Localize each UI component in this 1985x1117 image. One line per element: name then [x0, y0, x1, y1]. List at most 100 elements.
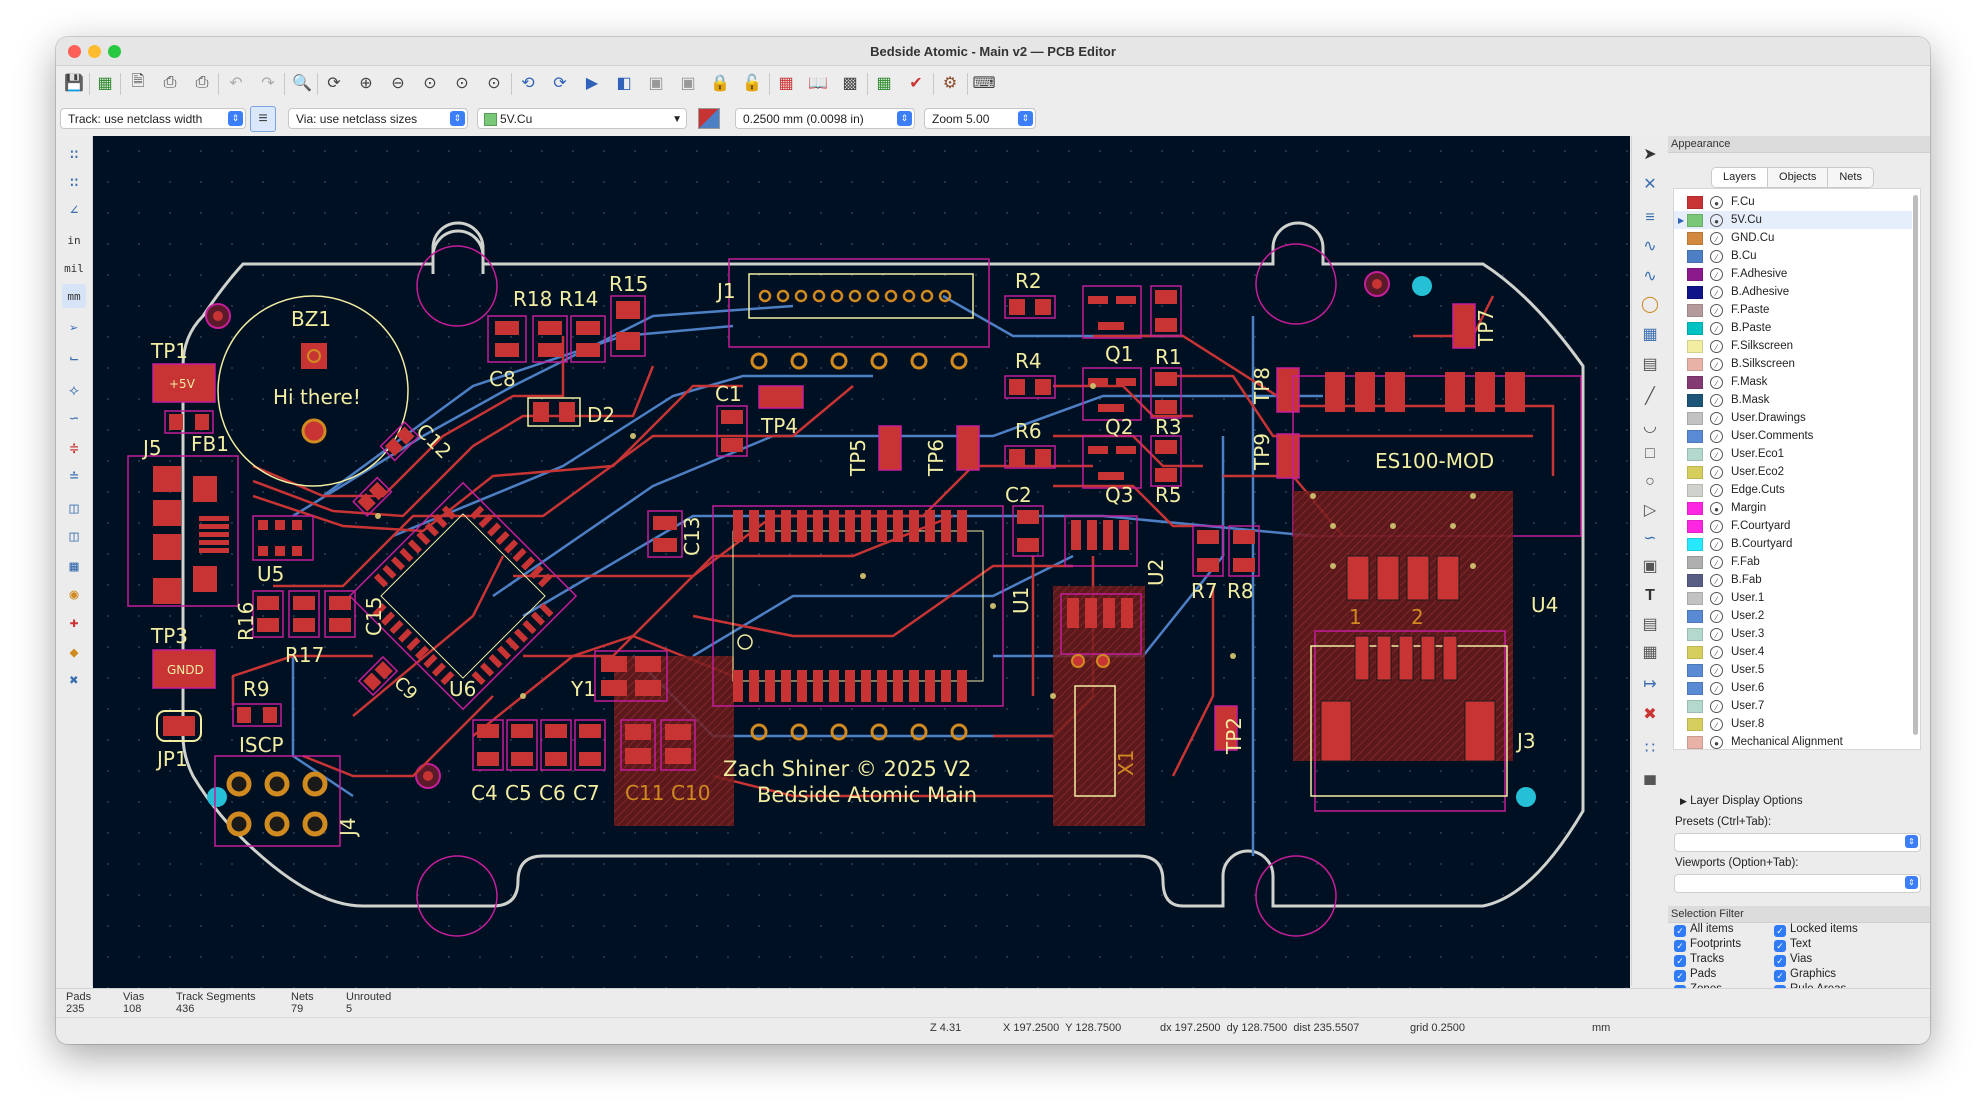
- grid-toggle-icon[interactable]: ∷: [62, 142, 86, 166]
- layer-row[interactable]: ∕ User.4: [1674, 643, 1912, 661]
- layer-color-swatch[interactable]: [1687, 267, 1703, 281]
- layer-row[interactable]: ∕ B.Mask: [1674, 391, 1912, 409]
- layer-row[interactable]: ∕ B.Cu: [1674, 247, 1912, 265]
- plot-icon[interactable]: ⎙: [190, 71, 214, 95]
- eye-off-icon[interactable]: ∕: [1710, 339, 1723, 353]
- zoom-selection-icon[interactable]: ⊙: [482, 71, 506, 95]
- grid-origin-icon[interactable]: ∷: [1638, 736, 1662, 760]
- track-outline-icon[interactable]: ≑: [62, 436, 86, 460]
- eye-off-icon[interactable]: ∕: [1710, 681, 1723, 695]
- layer-list-scrollbar[interactable]: [1913, 195, 1918, 735]
- rotate-ccw-icon[interactable]: ⟲: [516, 71, 540, 95]
- eye-icon[interactable]: ●: [1710, 213, 1723, 227]
- pad-outline-icon[interactable]: ◉: [62, 582, 86, 606]
- text-icon[interactable]: T: [1638, 584, 1662, 608]
- layer-row[interactable]: ∕ F.Silkscreen: [1674, 337, 1912, 355]
- interactive-router-icon[interactable]: ✕: [1638, 172, 1662, 196]
- layer-color-swatch[interactable]: [1687, 501, 1703, 515]
- layer-row[interactable]: ∕ User.1: [1674, 589, 1912, 607]
- properties-icon[interactable]: ✖: [62, 668, 86, 692]
- scripting-icon[interactable]: ✔: [904, 71, 928, 95]
- layer-row[interactable]: ∕ B.Fab: [1674, 571, 1912, 589]
- tune-skew-icon[interactable]: ∿: [1638, 264, 1662, 288]
- layer-color-swatch[interactable]: [1687, 447, 1703, 461]
- zoom-objects-icon[interactable]: ⊙: [450, 71, 474, 95]
- eye-off-icon[interactable]: ∕: [1710, 285, 1723, 299]
- layer-color-swatch[interactable]: [1687, 465, 1703, 479]
- bezier-icon[interactable]: ∽: [1638, 526, 1662, 550]
- eye-off-icon[interactable]: ∕: [1710, 717, 1723, 731]
- layer-row[interactable]: ∕ User.3: [1674, 625, 1912, 643]
- eye-off-icon[interactable]: ∕: [1710, 591, 1723, 605]
- layer-color-swatch[interactable]: [1687, 537, 1703, 551]
- eye-off-icon[interactable]: ∕: [1710, 609, 1723, 623]
- rectangle-icon[interactable]: □: [1638, 442, 1662, 466]
- rotate-cw-icon[interactable]: ⟳: [548, 71, 572, 95]
- layer-color-swatch[interactable]: [1687, 249, 1703, 263]
- grid-select[interactable]: 0.2500 mm (0.0098 in) ⇕: [735, 108, 915, 129]
- local-origin-icon[interactable]: ⌙: [62, 346, 86, 370]
- eye-off-icon[interactable]: ∕: [1710, 555, 1723, 569]
- layer-color-swatch[interactable]: [1687, 321, 1703, 335]
- layer-color-swatch[interactable]: [1687, 285, 1703, 299]
- layer-row[interactable]: ∕ B.Adhesive: [1674, 283, 1912, 301]
- layer-color-swatch[interactable]: [1687, 609, 1703, 623]
- print-icon[interactable]: ⎙: [158, 71, 182, 95]
- layer-color-swatch[interactable]: [1687, 573, 1703, 587]
- selection-filter-checkbox[interactable]: ✓ Vias: [1774, 953, 1812, 967]
- eye-off-icon[interactable]: ∕: [1710, 465, 1723, 479]
- group-icon[interactable]: ▣: [644, 71, 668, 95]
- track-width-select[interactable]: Track: use netclass width ⇕: [60, 108, 246, 129]
- flip-icon[interactable]: ▶: [580, 71, 604, 95]
- eye-off-icon[interactable]: ∕: [1710, 375, 1723, 389]
- layer-color-swatch[interactable]: [1687, 213, 1703, 227]
- active-layer-select[interactable]: 5V.Cu ▼: [477, 108, 687, 129]
- layer-row[interactable]: ● Mechanical Alignment: [1674, 733, 1912, 749]
- selection-filter-checkbox[interactable]: ✓ Tracks: [1674, 953, 1724, 967]
- eye-off-icon[interactable]: ∕: [1710, 429, 1723, 443]
- layer-row[interactable]: ∕ User.8: [1674, 715, 1912, 733]
- eye-off-icon[interactable]: ∕: [1710, 411, 1723, 425]
- layer-color-swatch[interactable]: [1687, 645, 1703, 659]
- arc-icon[interactable]: ◡: [1638, 414, 1662, 438]
- auto-width-icon[interactable]: ≡: [250, 106, 276, 132]
- eye-off-icon[interactable]: ∕: [1710, 537, 1723, 551]
- selection-filter-checkbox[interactable]: ✓ Locked items: [1774, 923, 1858, 937]
- eye-off-icon[interactable]: ∕: [1710, 573, 1723, 587]
- layer-color-swatch[interactable]: [1687, 663, 1703, 677]
- mirror-icon[interactable]: ◧: [612, 71, 636, 95]
- delete-icon[interactable]: ✖: [1638, 702, 1662, 726]
- zoom-in-icon[interactable]: ⊕: [354, 71, 378, 95]
- circle-icon[interactable]: ○: [1638, 470, 1662, 494]
- viewports-select[interactable]: ⇕: [1674, 874, 1921, 893]
- layer-color-swatch[interactable]: [1687, 717, 1703, 731]
- tab-layers[interactable]: Layers: [1712, 168, 1769, 187]
- layer-color-swatch[interactable]: [1687, 357, 1703, 371]
- footprint-editor-icon[interactable]: ▩: [838, 71, 862, 95]
- zone-fractured-icon[interactable]: ▦: [62, 554, 86, 578]
- netlist-icon[interactable]: ▦: [774, 71, 798, 95]
- net-color-icon[interactable]: ≐: [62, 464, 86, 488]
- zoom-out-icon[interactable]: ⊖: [386, 71, 410, 95]
- eye-off-icon[interactable]: ∕: [1710, 321, 1723, 335]
- cursor-crosshair-icon[interactable]: ➢: [62, 316, 86, 340]
- layer-color-swatch[interactable]: [1687, 519, 1703, 533]
- dimension-icon[interactable]: ↦: [1638, 672, 1662, 696]
- selection-filter-checkbox[interactable]: ✓ Footprints: [1674, 938, 1741, 952]
- ungroup-icon[interactable]: ▣: [676, 71, 700, 95]
- layer-row[interactable]: ● F.Cu: [1674, 193, 1912, 211]
- undo-icon[interactable]: ↶: [224, 71, 248, 95]
- layer-color-swatch[interactable]: [1687, 699, 1703, 713]
- tab-nets[interactable]: Nets: [1828, 168, 1873, 187]
- zone-icon[interactable]: ▤: [1638, 352, 1662, 376]
- eye-off-icon[interactable]: ∕: [1710, 645, 1723, 659]
- via-size-select[interactable]: Via: use netclass sizes ⇕: [288, 108, 468, 129]
- tab-objects[interactable]: Objects: [1768, 168, 1829, 187]
- image-icon[interactable]: ▣: [1638, 554, 1662, 578]
- eye-icon[interactable]: ●: [1710, 195, 1723, 209]
- schematic-icon[interactable]: ▦: [93, 71, 117, 95]
- table-icon[interactable]: ▦: [1638, 640, 1662, 664]
- eye-off-icon[interactable]: ∕: [1710, 303, 1723, 317]
- layer-row[interactable]: ∕ B.Silkscreen: [1674, 355, 1912, 373]
- eye-icon[interactable]: ●: [1710, 501, 1723, 515]
